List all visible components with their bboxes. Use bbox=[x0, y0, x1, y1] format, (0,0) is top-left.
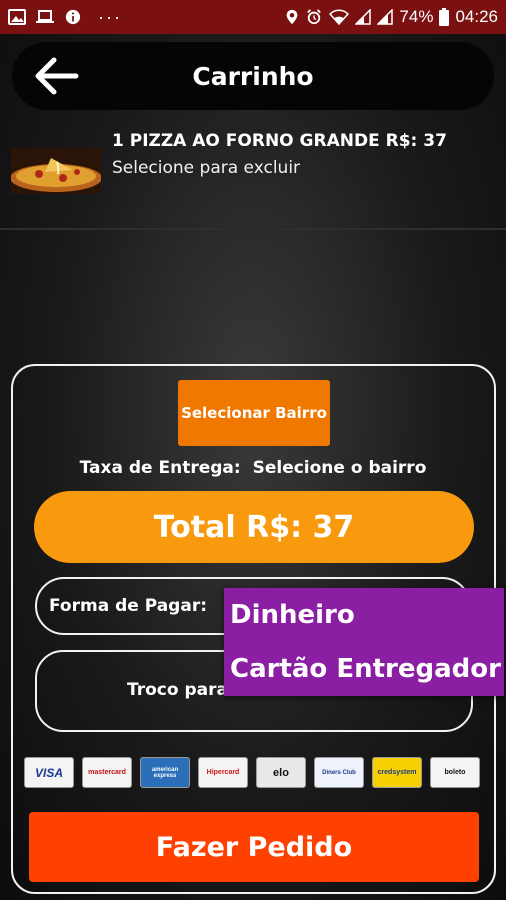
card-boleto: boleto bbox=[430, 757, 480, 788]
payment-method-label: Forma de Pagar: bbox=[49, 596, 208, 616]
page-title: Carrinho bbox=[192, 62, 314, 91]
signal-icon-1 bbox=[355, 9, 372, 25]
delivery-fee: Taxa de Entrega: Selecione o bairro bbox=[0, 458, 506, 478]
card-elo: elo bbox=[256, 757, 306, 788]
laptop-icon bbox=[36, 10, 54, 23]
item-name: 1 PIZZA AO FORNO GRANDE R$: 37 bbox=[112, 131, 447, 151]
card-credsystem: credsystem bbox=[372, 757, 422, 788]
more-notifications-icon: ··· bbox=[98, 6, 122, 27]
app-header: Carrinho bbox=[12, 42, 494, 110]
change-label: Troco para: bbox=[127, 680, 235, 700]
place-order-button[interactable]: Fazer Pedido bbox=[29, 812, 479, 882]
delivery-fee-value: Selecione o bairro bbox=[252, 458, 427, 478]
wifi-icon bbox=[329, 9, 350, 25]
image-icon bbox=[8, 9, 26, 25]
total-display: Total R$: 37 bbox=[34, 491, 474, 563]
status-bar: ··· 74% 04:26 bbox=[0, 0, 506, 34]
alarm-icon bbox=[307, 9, 322, 25]
card-diners: Diners Club bbox=[314, 757, 364, 788]
status-left: ··· bbox=[8, 7, 122, 28]
battery-icon bbox=[439, 8, 450, 26]
select-neighborhood-button[interactable]: Selecionar Bairro bbox=[178, 380, 330, 446]
signal-icon-2 bbox=[377, 9, 394, 25]
pizza-image bbox=[11, 148, 101, 194]
payment-option-card[interactable]: Cartão Entregador bbox=[224, 642, 504, 696]
status-right: 74% 04:26 bbox=[285, 7, 498, 27]
card-mastercard: mastercard bbox=[82, 757, 132, 788]
divider bbox=[0, 228, 506, 230]
info-icon bbox=[65, 9, 81, 25]
payment-dropdown: Dinheiro Cartão Entregador bbox=[224, 588, 504, 696]
payment-option-cash[interactable]: Dinheiro bbox=[224, 588, 504, 642]
clock: 04:26 bbox=[455, 7, 498, 26]
card-hipercard: Hipercard bbox=[198, 757, 248, 788]
card-amex: american express bbox=[140, 757, 190, 788]
accepted-cards: VISA mastercard american express Hiperca… bbox=[24, 757, 484, 789]
location-icon bbox=[287, 9, 298, 25]
item-delete-hint: Selecione para excluir bbox=[112, 158, 301, 178]
cart-item[interactable]: 1 PIZZA AO FORNO GRANDE R$: 37 Selecione… bbox=[0, 120, 506, 228]
card-visa: VISA bbox=[24, 757, 74, 788]
delivery-fee-label: Taxa de Entrega: bbox=[79, 458, 241, 478]
battery-percent: 74% bbox=[399, 7, 434, 26]
